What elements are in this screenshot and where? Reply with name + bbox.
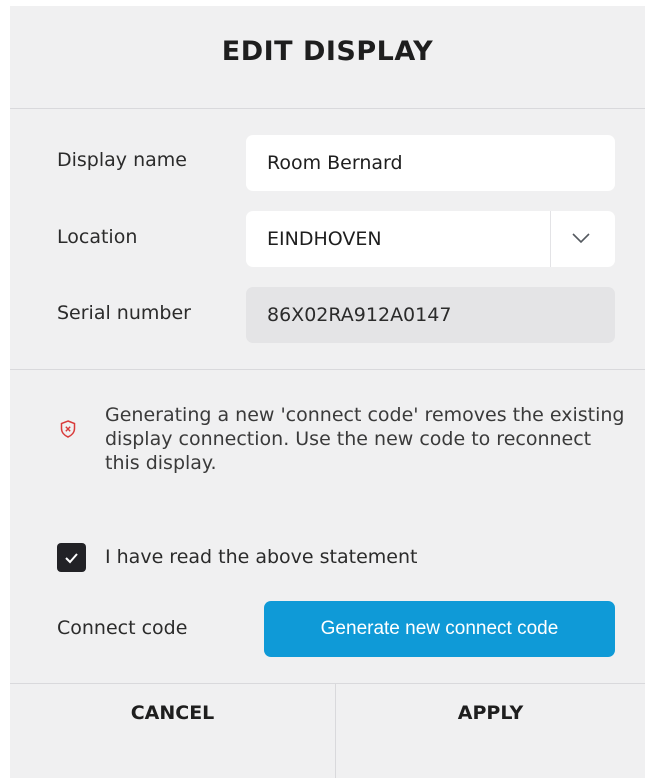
connect-code-label: Connect code: [57, 617, 188, 639]
display-name-input[interactable]: Room Bernard: [246, 135, 615, 191]
display-name-label: Display name: [57, 149, 187, 171]
acknowledge-checkbox[interactable]: [57, 543, 86, 572]
apply-button[interactable]: APPLY: [336, 684, 645, 778]
edit-display-dialog: EDIT DISPLAY Display name Room Bernard L…: [10, 6, 645, 778]
dialog-header: EDIT DISPLAY: [10, 6, 645, 109]
serial-number-field: 86X02RA912A0147: [246, 287, 615, 343]
generate-connect-code-button[interactable]: Generate new connect code: [264, 601, 615, 657]
location-select-value: EINDHOVEN: [267, 228, 382, 250]
chevron-down-icon[interactable]: [572, 232, 590, 244]
dialog-title: EDIT DISPLAY: [221, 36, 434, 67]
cancel-button[interactable]: CANCEL: [10, 684, 335, 778]
location-select[interactable]: EINDHOVEN: [246, 211, 615, 267]
warning-text: Generating a new 'connect code' removes …: [105, 404, 625, 474]
location-label: Location: [57, 226, 138, 248]
checkmark-icon: [65, 553, 78, 564]
section-divider: [10, 369, 645, 370]
shield-icon: [60, 420, 76, 438]
select-divider: [550, 211, 551, 267]
serial-number-label: Serial number: [57, 302, 191, 324]
acknowledge-label: I have read the above statement: [105, 546, 418, 568]
